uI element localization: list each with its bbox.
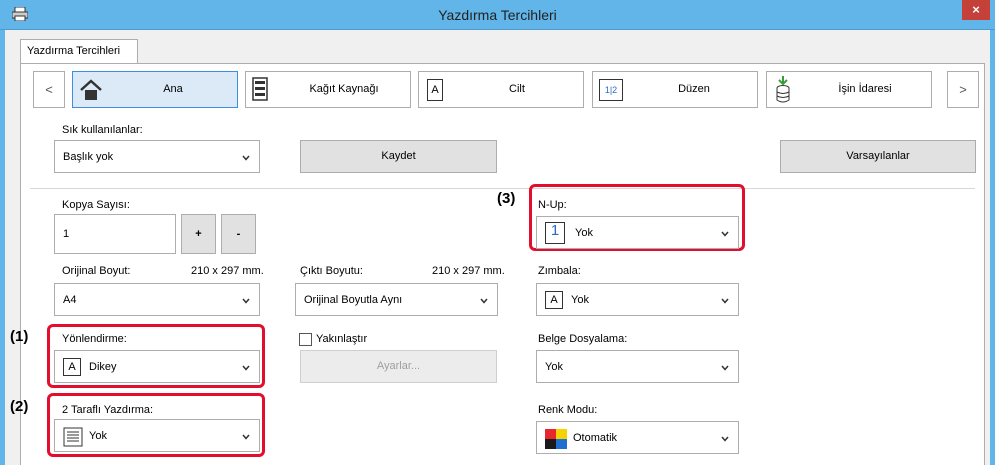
callout-3: (3) [497,190,516,207]
output-size-dims: 210 x 297 mm. [432,265,505,277]
chevron-down-icon [242,298,250,304]
output-size-value: Orijinal Boyutla Aynı [304,294,403,306]
duplex-value: Yok [89,430,107,442]
copies-minus-button[interactable]: - [221,214,256,254]
chevron-down-icon [721,436,729,442]
tab-printing-preferences[interactable]: Yazdırma Tercihleri [20,39,138,64]
chevron-down-icon [721,365,729,371]
favorites-value: Başlık yok [63,151,114,163]
nup-value: Yok [575,227,593,239]
staple-select[interactable]: A Yok [536,283,739,316]
chevron-down-icon [242,365,250,371]
output-size-select[interactable]: Orijinal Boyutla Aynı [295,283,498,316]
callout-2: (2) [10,398,29,415]
favorites-label: Sık kullanılanlar: [62,124,143,136]
binding-icon: A [427,79,443,101]
nup-label: N-Up: [538,199,567,211]
nav-tab-binding[interactable]: A Cilt [418,71,584,108]
filing-label: Belge Dosyalama: [538,333,628,345]
home-icon [79,79,103,104]
nup-icon: 1 [545,222,565,244]
nav-label-binding: Cilt [509,83,525,95]
chevron-down-icon [242,155,250,161]
color-mode-select[interactable]: Otomatik [536,421,739,454]
filing-value: Yok [545,361,563,373]
zoom-settings-button[interactable]: Ayarlar... [300,350,497,383]
zoom-label: Yakınlaştır [316,333,368,345]
save-button[interactable]: Kaydet [300,140,497,173]
close-button[interactable]: × [962,0,990,20]
copies-plus-button[interactable]: + [181,214,216,254]
staple-icon: A [545,291,563,309]
nav-tab-paper-source[interactable]: Kağıt Kaynağı [245,71,411,108]
nav-next-button[interactable]: > [947,71,979,108]
color-mode-value: Otomatik [573,432,618,444]
nav-label-main: Ana [163,83,183,95]
nav-tab-main[interactable]: Ana [72,71,238,108]
orientation-label: Yönlendirme: [62,333,127,345]
nav-label-paper-source: Kağıt Kaynağı [309,83,379,95]
portrait-icon: A [63,358,81,376]
copies-value: 1 [63,228,70,240]
separator [30,188,975,189]
original-size-dims: 210 x 297 mm. [191,265,264,277]
color-mode-icon [545,429,567,452]
filing-select[interactable]: Yok [536,350,739,383]
window-title: Yazdırma Tercihleri [438,7,557,23]
chevron-down-icon [242,434,250,440]
nav-prev-button[interactable]: < [33,71,65,108]
original-size-label: Orijinal Boyut: [62,265,131,277]
chevron-down-icon [721,298,729,304]
copies-input[interactable]: 1 [54,214,176,254]
nav-label-layout: Düzen [678,83,710,95]
color-mode-label: Renk Modu: [538,404,598,416]
one-sided-icon [63,427,83,450]
zoom-checkbox[interactable] [299,333,312,346]
copies-label: Kopya Sayısı: [62,199,130,211]
staple-value: Yok [571,294,589,306]
nav-tab-job-handling[interactable]: İşin İdaresi [766,71,932,108]
chevron-down-icon [480,298,488,304]
nav-tab-layout[interactable]: 1|2 Düzen [592,71,758,108]
staple-label: Zımbala: [538,265,581,277]
duplex-select[interactable]: Yok [54,419,260,452]
callout-1: (1) [10,328,29,345]
chevron-down-icon [721,231,729,237]
original-size-value: A4 [63,294,77,306]
output-size-label: Çıktı Boyutu: [300,265,363,277]
duplex-label: 2 Taraflı Yazdırma: [62,404,154,416]
layout-icon: 1|2 [599,79,623,101]
nav-label-job-handling: İşin İdaresi [838,83,892,95]
job-handling-icon [775,76,791,107]
orientation-select[interactable]: A Dikey [54,350,260,383]
favorites-select[interactable]: Başlık yok [54,140,260,173]
paper-tray-icon [252,77,268,104]
original-size-select[interactable]: A4 [54,283,260,316]
orientation-value: Dikey [89,361,117,373]
defaults-button[interactable]: Varsayılanlar [780,140,976,173]
nup-select[interactable]: 1 Yok [536,216,739,249]
